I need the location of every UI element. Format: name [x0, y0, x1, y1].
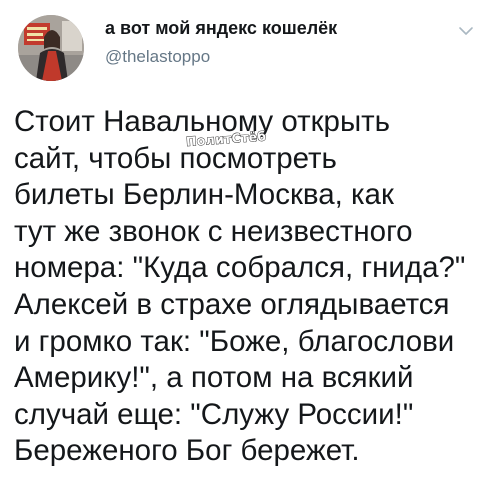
tweet-text-line: номера: "Куда собрался, гнида?" [14, 251, 466, 285]
tweet-text-line: тут же звонок с неизвестного [14, 214, 413, 248]
tweet-card: а вот мой яндекс кошелёк @thelastoppo Ст… [0, 0, 490, 480]
tweet-text-line: и громко так: "Боже, благослови [14, 324, 455, 358]
tweet-text: Стоит Навальному открыть сайт, чтобы пос… [14, 104, 484, 470]
tweet-text-line: сайт, чтобы посмотреть [14, 141, 337, 175]
author-handle[interactable]: @thelastoppo [105, 45, 210, 69]
tweet-menu-button[interactable] [455, 20, 477, 42]
tweet-text-line: Америку!", а потом на всякий [14, 361, 414, 395]
tweet-text-line: Береженого Бог бережет. [14, 434, 360, 468]
chevron-down-icon [459, 27, 473, 35]
tweet-text-line: случай еще: "Служу России!" [14, 397, 414, 431]
tweet-text-line: билеты Берлин-Москва, как [14, 178, 394, 212]
user-avatar-photo-icon [18, 15, 84, 81]
tweet-text-line: Алексей в страхе оглядывается [14, 287, 450, 321]
author-avatar[interactable] [18, 15, 84, 81]
author-display-name[interactable]: а вот мой яндекс кошелёк [105, 15, 337, 41]
